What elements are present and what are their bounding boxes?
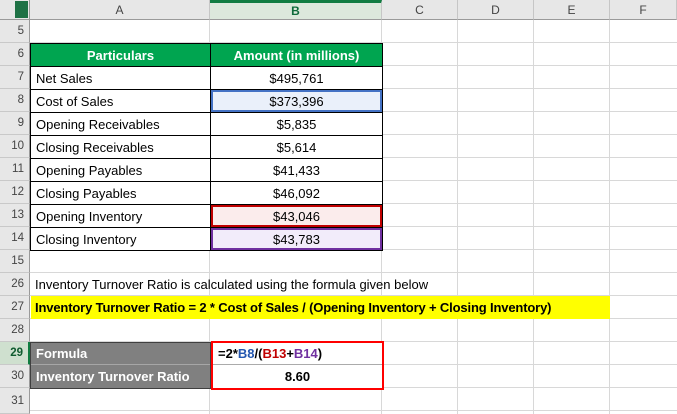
cell-a9[interactable]: Opening Receivables [31,113,211,136]
cell-b30-result[interactable]: 8.60 [213,365,382,387]
calc-labels: Formula Inventory Turnover Ratio [30,342,211,389]
row-header-12[interactable]: 12 [0,181,30,204]
row-header-31[interactable]: 31 [0,388,30,414]
table-header-amount[interactable]: Amount (in millions) [211,44,383,67]
cell-a7[interactable]: Net Sales [31,67,211,90]
cell-b10[interactable]: $5,614 [211,136,383,159]
cell-a30-ratio-label[interactable]: Inventory Turnover Ratio [31,365,210,387]
cell-a29-formula-label[interactable]: Formula [31,343,210,365]
formula-ref-b13: B13 [262,346,287,361]
column-header-row: A B C D E F [0,0,677,20]
cell-b13[interactable]: $43,046 [211,205,383,228]
row-header-column: 5 6 7 8 9 10 11 12 13 14 15 26 27 28 29 … [0,20,30,414]
select-all-corner[interactable] [0,0,30,20]
cell-a8[interactable]: Cost of Sales [31,90,211,113]
column-header-b[interactable]: B [210,0,382,20]
column-header-d[interactable]: D [458,0,534,20]
row-header-27[interactable]: 27 [0,296,30,319]
spreadsheet: A B C D E F 5 6 7 8 9 10 11 12 13 14 15 … [0,0,677,414]
cell-a12[interactable]: Closing Payables [31,182,211,205]
column-header-c[interactable]: C [382,0,458,20]
row-header-9[interactable]: 9 [0,112,30,135]
cell-a11[interactable]: Opening Payables [31,159,211,182]
column-header-f[interactable]: F [610,0,677,20]
row-header-28[interactable]: 28 [0,319,30,342]
formula-ref-b8: B8 [237,346,255,361]
column-header-a[interactable]: A [30,0,210,20]
row-header-7[interactable]: 7 [0,66,30,89]
row-header-13[interactable]: 13 [0,204,30,227]
column-header-e[interactable]: E [534,0,610,20]
formula-op1: /( [254,346,263,361]
calc-result-box: =2* B8/(B13 + B14) 8.60 [211,341,384,390]
row-header-6[interactable]: 6 [0,43,30,66]
cell-b14[interactable]: $43,783 [211,228,383,251]
cell-a14[interactable]: Closing Inventory [31,228,211,251]
formula-suffix: ) [317,346,323,361]
row-header-29[interactable]: 29 [0,342,30,365]
cell-b8[interactable]: $373,396 [211,90,383,113]
cell-b9[interactable]: $5,835 [211,113,383,136]
cell-b11[interactable]: $41,433 [211,159,383,182]
formula-op2: + [286,346,294,361]
corner-marker [15,1,28,18]
cell-a10[interactable]: Closing Receivables [31,136,211,159]
cell-a27-formula-note[interactable]: Inventory Turnover Ratio = 2 * Cost of S… [31,296,610,319]
financial-table: Particulars Amount (in millions) Net Sal… [30,43,383,251]
row-header-8[interactable]: 8 [0,89,30,112]
cell-a26-note[interactable]: Inventory Turnover Ratio is calculated u… [31,273,631,296]
formula-ref-b14: B14 [293,346,318,361]
cell-b12[interactable]: $46,092 [211,182,383,205]
row-header-10[interactable]: 10 [0,135,30,158]
cell-b29-formula[interactable]: =2* B8/(B13 + B14) [213,343,382,365]
cell-b7[interactable]: $495,761 [211,67,383,90]
row-header-26[interactable]: 26 [0,273,30,296]
cell-a13[interactable]: Opening Inventory [31,205,211,228]
row-header-14[interactable]: 14 [0,227,30,250]
formula-prefix: =2* [218,346,238,361]
table-header-particulars[interactable]: Particulars [31,44,211,67]
row-header-30[interactable]: 30 [0,365,30,388]
row-header-5[interactable]: 5 [0,20,30,43]
row-header-15[interactable]: 15 [0,250,30,273]
row-header-11[interactable]: 11 [0,158,30,181]
